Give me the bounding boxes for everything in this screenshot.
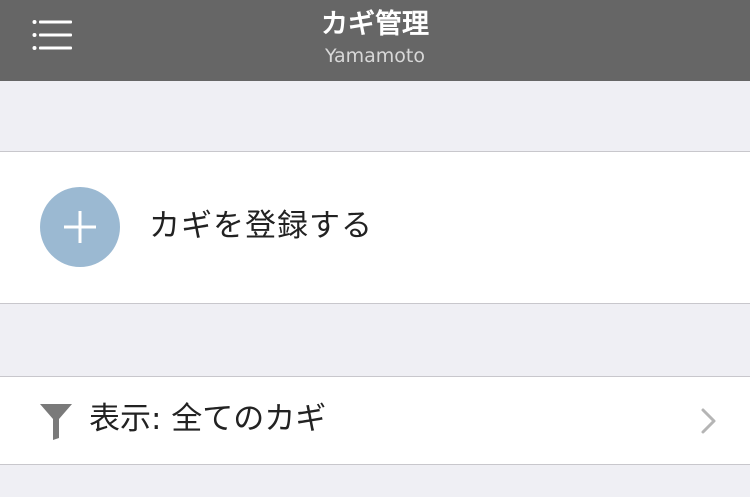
filter-label: 表示: 全てのカギ xyxy=(89,401,327,437)
filter-row[interactable]: 表示: 全てのカギ xyxy=(0,376,750,465)
plus-icon xyxy=(40,187,120,267)
navigation-bar: カギ管理 Yamamoto xyxy=(0,0,750,81)
register-key-row[interactable]: カギを登録する xyxy=(0,151,750,304)
register-key-label: カギを登録する xyxy=(149,208,373,244)
add-button[interactable] xyxy=(40,187,120,267)
filter-funnel-icon xyxy=(40,404,72,440)
page-title: カギ管理 xyxy=(321,9,429,40)
chevron-right-icon xyxy=(700,407,718,435)
page-subtitle: Yamamoto xyxy=(325,45,425,67)
